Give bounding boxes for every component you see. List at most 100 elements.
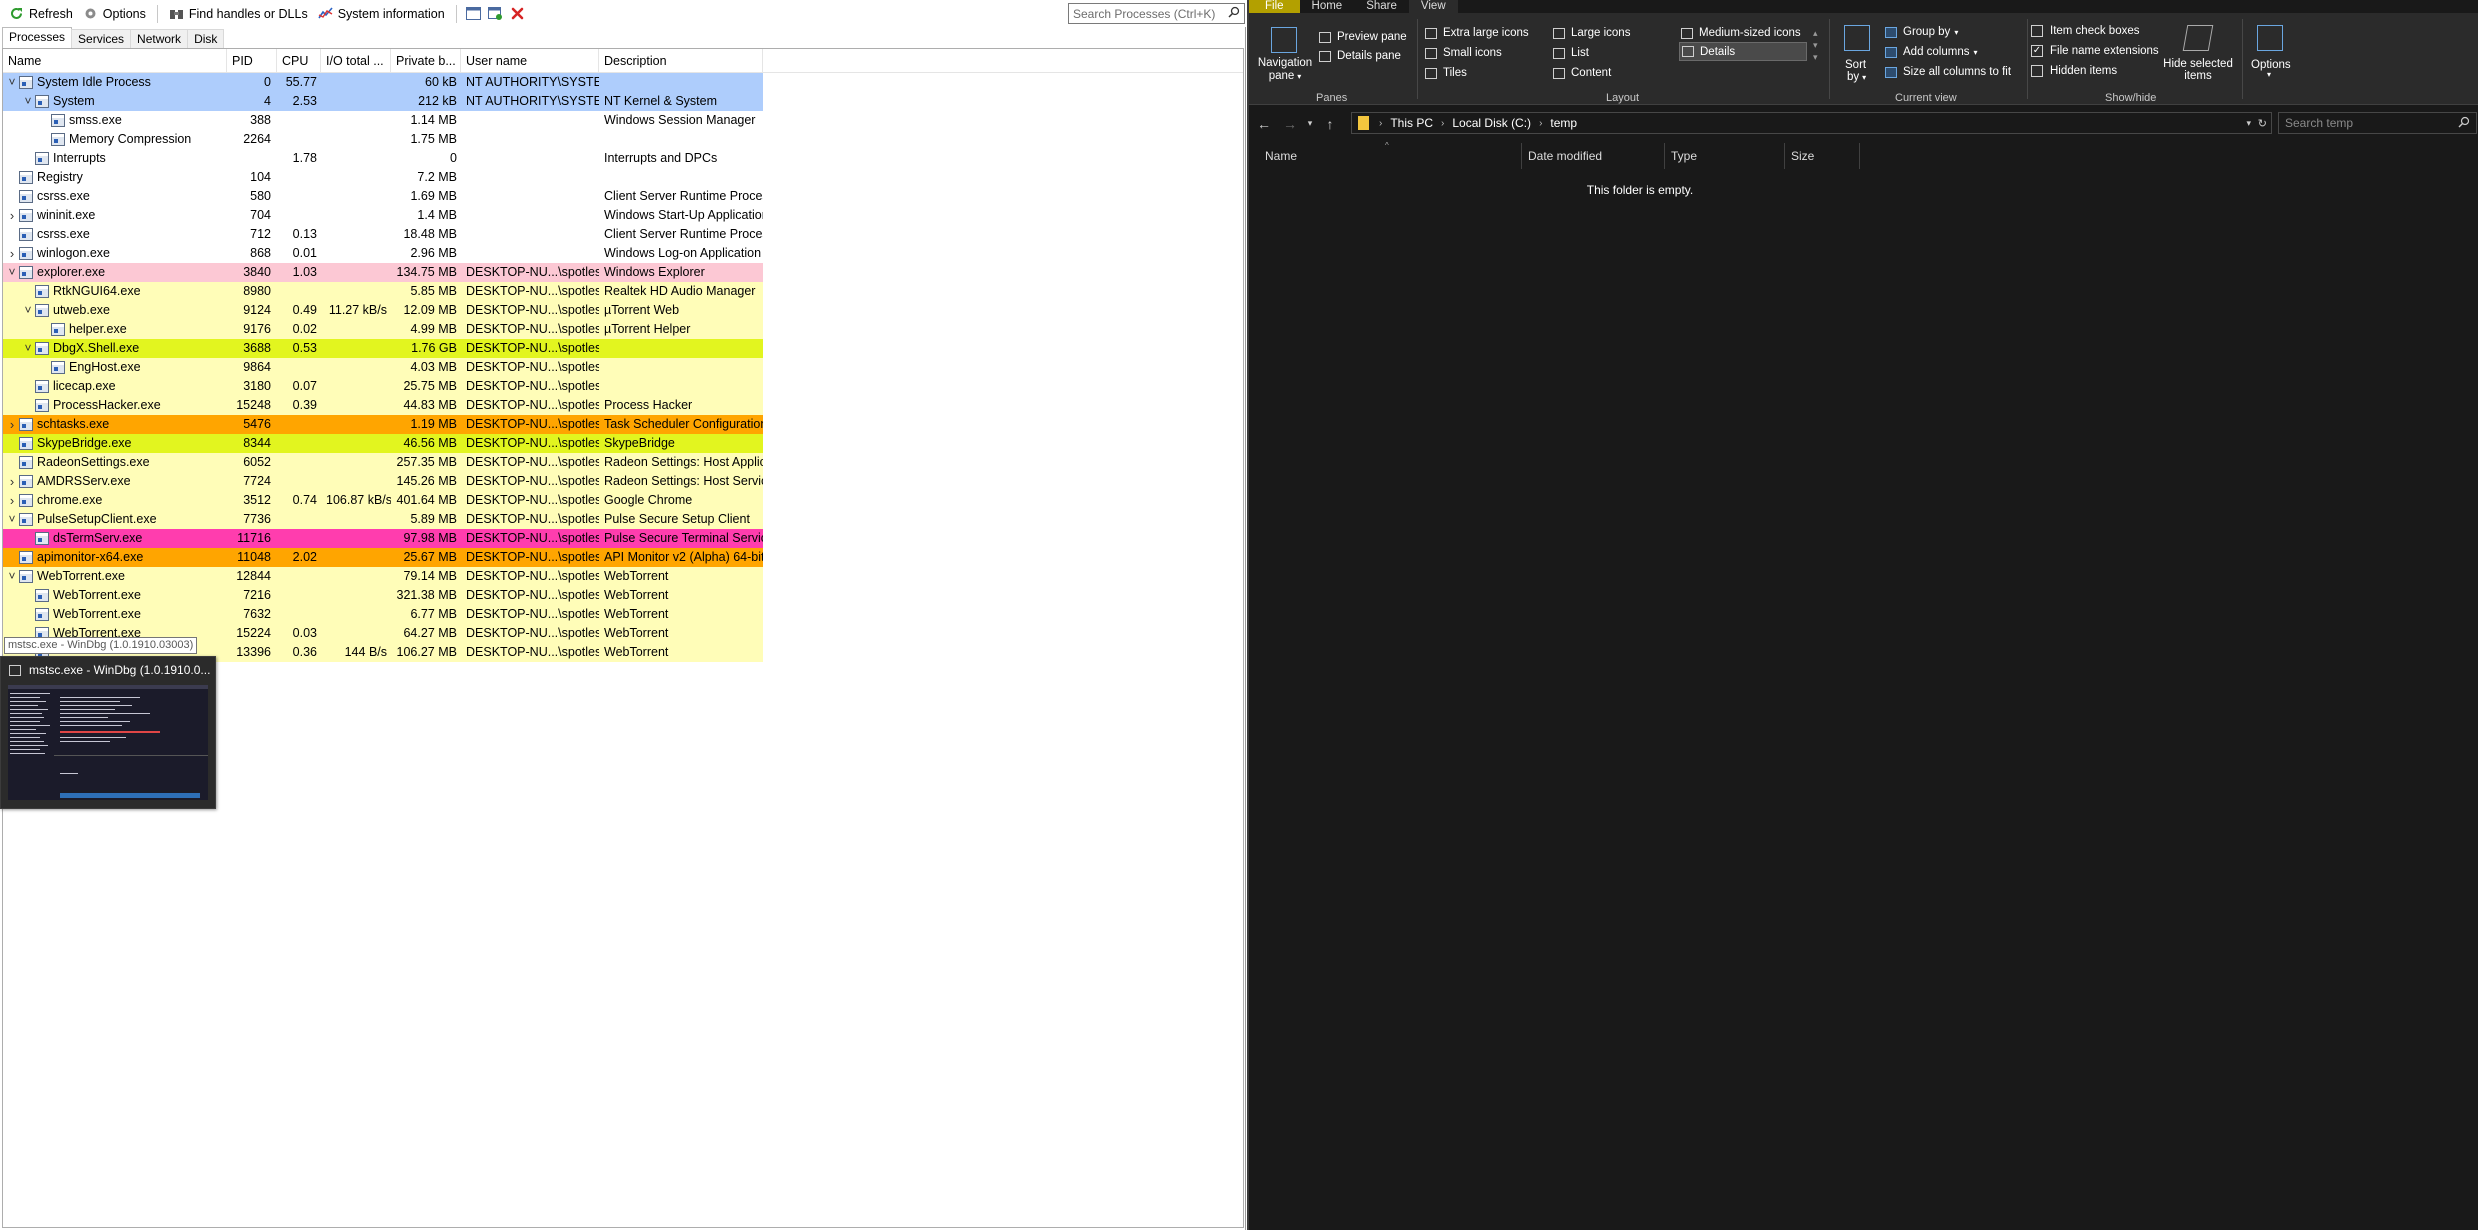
table-row[interactable]: EngHost.exe 9864 4.03 MB DESKTOP-NU...\spot… bbox=[3, 358, 763, 377]
navigation-pane-dropdown[interactable]: pane ▾ bbox=[1263, 70, 1307, 82]
layout-tiles[interactable]: Tiles bbox=[1425, 67, 1467, 79]
tab-processes[interactable]: Processes bbox=[2, 27, 73, 48]
window-icon[interactable] bbox=[463, 3, 485, 25]
tab-network[interactable]: Network bbox=[130, 29, 189, 48]
refresh-address-icon[interactable]: ↻ bbox=[2258, 117, 2267, 130]
hidden-items-checkbox[interactable] bbox=[2031, 65, 2043, 77]
column-type[interactable]: Type bbox=[1665, 143, 1785, 169]
sort-by-button[interactable]: Sort bbox=[1845, 59, 1866, 71]
breadcrumb-temp[interactable]: temp bbox=[1550, 116, 1577, 130]
layout-details-selected[interactable]: Details bbox=[1679, 42, 1807, 61]
chevron-right-icon[interactable]: › bbox=[7, 472, 17, 491]
table-row[interactable]: › winlogon.exe 868 0.01 2.96 MB Windows Log-o… bbox=[3, 244, 763, 263]
table-row[interactable]: WebTorrent.exe 7632 6.77 MB DESKTOP-NU...\s… bbox=[3, 605, 763, 624]
column-name[interactable]: Name ^ bbox=[1249, 141, 1522, 169]
chevron-down-icon[interactable]: ˅ bbox=[23, 92, 33, 111]
column-date-modified[interactable]: Date modified bbox=[1522, 143, 1665, 169]
table-row[interactable]: ˅ System Idle Process 0 55.77 60 kB NT AUTHOR… bbox=[3, 73, 763, 92]
layout-large-icons[interactable]: Large icons bbox=[1553, 27, 1630, 39]
layout-content[interactable]: Content bbox=[1553, 67, 1611, 79]
chevron-right-icon[interactable]: › bbox=[7, 244, 17, 263]
column-name[interactable]: Name bbox=[3, 49, 227, 73]
table-row[interactable]: › AMDRSServ.exe 7724 145.26 MB DESKTOP-NU...… bbox=[3, 472, 763, 491]
layout-medium-icons[interactable]: Medium-sized icons bbox=[1681, 27, 1801, 39]
table-row[interactable]: ˅ utweb.exe 9124 0.49 11.27 kB/s 12.09 MB DESK… bbox=[3, 301, 763, 320]
group-by-button[interactable]: Group by ▾ bbox=[1885, 26, 1958, 38]
options-button[interactable]: Options bbox=[78, 3, 151, 25]
tab-file[interactable]: File bbox=[1249, 0, 1300, 13]
table-row[interactable]: RadeonSettings.exe 6052 257.35 MB DESKTOP-N… bbox=[3, 453, 763, 472]
table-row[interactable]: Memory Compression 2264 1.75 MB bbox=[3, 130, 763, 149]
chevron-right-icon[interactable]: › bbox=[7, 415, 17, 434]
table-row[interactable]: SkypeBridge.exe 8344 46.56 MB DESKTOP-NU...… bbox=[3, 434, 763, 453]
tab-home[interactable]: Home bbox=[1300, 0, 1355, 13]
tab-disk[interactable]: Disk bbox=[187, 29, 225, 48]
table-row[interactable]: RtkNGUI64.exe 8980 5.85 MB DESKTOP-NU...\sp… bbox=[3, 282, 763, 301]
hidden-items-toggle[interactable]: Hidden items bbox=[2031, 65, 2117, 77]
table-row[interactable]: ˅ explorer.exe 3840 1.03 134.75 MB DESKTOP-NU… bbox=[3, 263, 763, 282]
find-handles-button[interactable]: Find handles or DLLs bbox=[164, 3, 313, 25]
item-check-boxes-checkbox[interactable] bbox=[2031, 25, 2043, 37]
forward-arrow-icon[interactable]: → bbox=[1277, 116, 1303, 132]
search-input[interactable]: Search Processes (Ctrl+K) bbox=[1068, 3, 1245, 24]
hide-selected-button[interactable]: Hide selected bbox=[2163, 58, 2233, 70]
add-columns-button[interactable]: Add columns ▾ bbox=[1885, 46, 1978, 58]
details-pane-button[interactable]: Details pane bbox=[1319, 50, 1401, 62]
table-row[interactable]: ˅ DbgX.Shell.exe 3688 0.53 1.76 GB DESKTOP-NU… bbox=[3, 339, 763, 358]
table-row[interactable]: › chrome.exe 3512 0.74 106.87 kB/s 401.64 MB D… bbox=[3, 491, 763, 510]
sort-by-dropdown[interactable]: by ▾ bbox=[1847, 71, 1866, 83]
tab-share[interactable]: Share bbox=[1354, 0, 1409, 13]
taskbar-thumbnail[interactable]: mstsc.exe - WinDbg (1.0.1910.0... bbox=[0, 656, 216, 809]
file-name-extensions-checkbox[interactable]: ✓ bbox=[2031, 45, 2043, 57]
table-row[interactable]: › wininit.exe 704 1.4 MB Windows Start-Up Ap… bbox=[3, 206, 763, 225]
breadcrumb-this-pc[interactable]: This PC bbox=[1390, 116, 1433, 130]
back-arrow-icon[interactable]: ← bbox=[1251, 116, 1277, 132]
item-check-boxes-toggle[interactable]: Item check boxes bbox=[2031, 25, 2139, 37]
table-row[interactable]: apimonitor-x64.exe 11048 2.02 25.67 MB DESKT… bbox=[3, 548, 763, 567]
chevron-down-icon[interactable]: ˅ bbox=[23, 339, 33, 358]
column-user-name[interactable]: User name bbox=[461, 49, 599, 73]
chevron-right-icon[interactable]: › bbox=[7, 491, 17, 510]
address-bar[interactable]: › This PC › Local Disk (C:) › temp ▾ ↻ bbox=[1351, 112, 2272, 134]
table-row[interactable]: csrss.exe 580 1.69 MB Client Server Runtime… bbox=[3, 187, 763, 206]
column-size[interactable]: Size bbox=[1785, 143, 1860, 169]
tab-view[interactable]: View bbox=[1408, 0, 1458, 13]
refresh-button[interactable]: Refresh bbox=[4, 3, 78, 25]
recent-locations-chevron-icon[interactable]: ▾ bbox=[1303, 118, 1317, 129]
layout-extra-large-icons[interactable]: Extra large icons bbox=[1425, 27, 1529, 39]
file-name-extensions-toggle[interactable]: ✓ File name extensions bbox=[2031, 45, 2159, 57]
size-all-columns-button[interactable]: Size all columns to fit bbox=[1885, 66, 2011, 78]
table-row[interactable]: csrss.exe 712 0.13 18.48 MB Client Server Ru… bbox=[3, 225, 763, 244]
hide-selected-button-2[interactable]: items bbox=[2163, 70, 2233, 82]
table-row[interactable]: dsTermServ.exe 11716 97.98 MB DESKTOP-NU...… bbox=[3, 529, 763, 548]
explorer-options-dropdown[interactable]: ▾ bbox=[2267, 70, 2271, 79]
table-row[interactable]: licecap.exe 3180 0.07 25.75 MB DESKTOP-NU...… bbox=[3, 377, 763, 396]
layout-scroll-arrows[interactable]: ▴ ▾ ▾ bbox=[1813, 27, 1818, 63]
layout-list[interactable]: List bbox=[1553, 47, 1589, 59]
chevron-right-icon[interactable]: › bbox=[7, 206, 17, 225]
table-row[interactable]: › schtasks.exe 5476 1.19 MB DESKTOP-NU...\sp… bbox=[3, 415, 763, 434]
tab-services[interactable]: Services bbox=[71, 29, 132, 48]
chevron-down-icon[interactable]: ˅ bbox=[7, 567, 17, 586]
table-row[interactable]: ˅ System 4 2.53 212 kB NT AUTHORITY\SYSTEM NT … bbox=[3, 92, 763, 111]
table-row[interactable]: helper.exe 9176 0.02 4.99 MB DESKTOP-NU...\s… bbox=[3, 320, 763, 339]
table-row[interactable]: ˅ WebTorrent.exe 12844 79.14 MB DESKTOP-NU..… bbox=[3, 567, 763, 586]
column-pid[interactable]: PID bbox=[227, 49, 277, 73]
preview-pane-button[interactable]: Preview pane bbox=[1319, 31, 1407, 43]
column-private-bytes[interactable]: Private b... bbox=[391, 49, 461, 73]
terminate-icon[interactable] bbox=[507, 3, 529, 25]
column-cpu[interactable]: CPU bbox=[277, 49, 321, 73]
table-row[interactable]: ˅ PulseSetupClient.exe 7736 5.89 MB DESKTOP-… bbox=[3, 510, 763, 529]
column-io-total[interactable]: I/O total ... bbox=[321, 49, 391, 73]
table-row[interactable]: WebTorrent.exe 7216 321.38 MB DESKTOP-NU...… bbox=[3, 586, 763, 605]
table-row[interactable]: ProcessHacker.exe 15248 0.39 44.83 MB DESKTO… bbox=[3, 396, 763, 415]
chevron-down-icon[interactable]: ˅ bbox=[23, 301, 33, 320]
explorer-search-input[interactable]: Search temp bbox=[2278, 112, 2477, 134]
column-description[interactable]: Description bbox=[599, 49, 763, 73]
table-row[interactable]: Interrupts 1.78 0 Interrupts and DPCs bbox=[3, 149, 763, 168]
chevron-down-icon[interactable]: ˅ bbox=[7, 510, 17, 529]
navigation-pane-button[interactable]: Navigation bbox=[1257, 57, 1313, 69]
system-information-button[interactable]: System information bbox=[313, 3, 450, 25]
table-row[interactable]: smss.exe 388 1.14 MB Windows Session Manage… bbox=[3, 111, 763, 130]
breadcrumb-local-disk[interactable]: Local Disk (C:) bbox=[1452, 116, 1531, 130]
